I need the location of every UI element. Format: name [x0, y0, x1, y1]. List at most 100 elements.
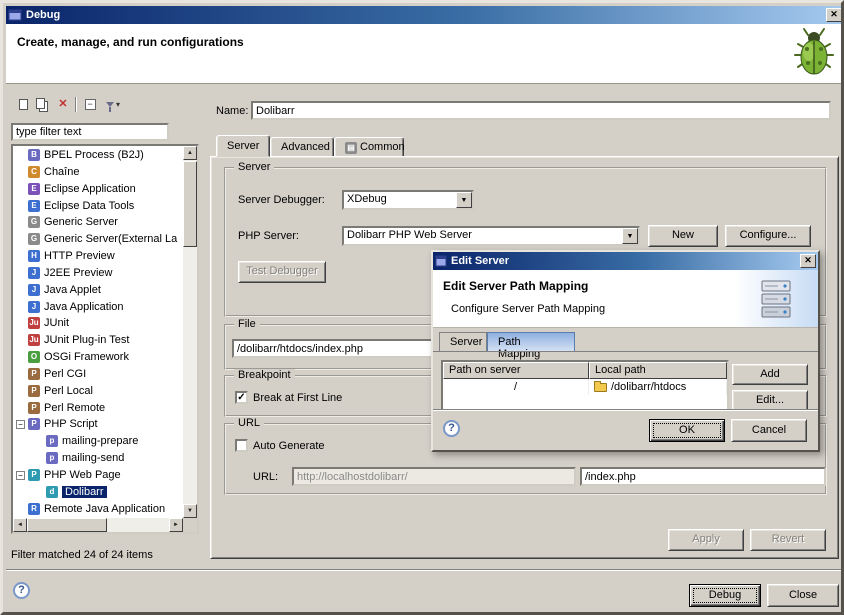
tab-advanced[interactable]: Advanced	[270, 137, 334, 157]
php-file-icon: p	[46, 452, 58, 464]
new-configuration-icon	[19, 99, 28, 110]
scroll-right-icon[interactable]: ►	[169, 518, 183, 532]
j2ee-preview-icon: J	[28, 267, 40, 279]
tree-item-label: Dolibarr	[62, 486, 107, 498]
tree-item[interactable]: PPerl Remote	[14, 400, 182, 416]
url-base-input[interactable]	[292, 467, 576, 486]
url-path-input[interactable]	[580, 467, 826, 486]
new-server-button[interactable]: New	[648, 225, 718, 247]
tree-item[interactable]: EEclipse Data Tools	[14, 198, 182, 214]
ok-button[interactable]: OK	[649, 419, 725, 442]
dialog-button-bar: ? OK Cancel	[433, 409, 818, 450]
tree-item-selected[interactable]: dDolibarr	[14, 484, 182, 500]
tree-item[interactable]: p mailing-send	[14, 450, 182, 466]
dialog-titlebar[interactable]: Edit Server ✕	[433, 252, 818, 270]
tree-item[interactable]: −PPHP Web Page	[14, 467, 182, 483]
collapse-toggle-icon[interactable]: −	[16, 471, 25, 480]
tree-item[interactable]: JJava Application	[14, 299, 182, 315]
revert-button[interactable]: Revert	[750, 529, 826, 551]
delete-configuration-button[interactable]: ✕	[53, 95, 73, 114]
window-titlebar[interactable]: Debug ✕	[6, 6, 844, 24]
column-header-path-on-server[interactable]: Path on server	[443, 362, 589, 379]
tree-item-label: J2EE Preview	[44, 267, 112, 279]
scroll-down-icon[interactable]: ▼	[183, 504, 197, 518]
duplicate-configuration-button[interactable]	[33, 95, 53, 114]
test-debugger-button[interactable]: Test Debugger	[238, 261, 326, 283]
debug-window: Debug ✕ Create, manage, and run configur…	[0, 0, 844, 615]
tree-horizontal-scrollbar[interactable]: ◄ ►	[13, 518, 183, 532]
window-title: Debug	[26, 9, 822, 21]
filter-menu-button[interactable]: ▾	[100, 95, 126, 114]
php-server-combo[interactable]: Dolibarr PHP Web Server ▼	[342, 226, 640, 246]
table-cell-local-path[interactable]: /dolibarr/htdocs	[589, 379, 727, 395]
server-debugger-label: Server Debugger:	[238, 194, 325, 206]
http-preview-icon: H	[28, 250, 40, 262]
name-input[interactable]	[251, 101, 831, 120]
scroll-up-icon[interactable]: ▲	[183, 146, 197, 160]
tree-item[interactable]: JJava Applet	[14, 282, 182, 298]
dialog-header-title: Edit Server Path Mapping	[443, 279, 588, 293]
dialog-help-icon[interactable]: ?	[443, 420, 460, 437]
generic-server-icon: G	[28, 216, 40, 228]
junit-icon: Ju	[28, 317, 40, 329]
table-cell-path-on-server[interactable]: /	[443, 379, 589, 395]
help-icon[interactable]: ?	[13, 582, 30, 599]
close-icon[interactable]: ✕	[826, 8, 842, 22]
tree-item[interactable]: −PPHP Script	[14, 416, 182, 432]
scroll-left-icon[interactable]: ◄	[13, 518, 27, 532]
new-configuration-button[interactable]	[13, 95, 33, 114]
tree-item[interactable]: BBPEL Process (B2J)	[14, 147, 182, 163]
tree-item[interactable]: CChaîne	[14, 164, 182, 180]
dialog-header: Edit Server Path Mapping Configure Serve…	[433, 270, 818, 328]
dropdown-arrow-icon[interactable]: ▼	[622, 228, 638, 244]
tree-item[interactable]: HHTTP Preview	[14, 248, 182, 264]
bpel-process-icon: B	[28, 149, 40, 161]
tree-vertical-scrollbar[interactable]: ▲ ▼	[183, 146, 197, 518]
tree-item[interactable]: G Generic Server	[14, 214, 182, 230]
tree-item-label: Perl CGI	[44, 368, 86, 380]
tree-item[interactable]: P Perl CGI	[14, 366, 182, 382]
tree-item[interactable]: GGeneric Server(External La	[14, 231, 182, 247]
tree-item[interactable]: JuJUnit	[14, 315, 182, 331]
close-button[interactable]: Close	[767, 584, 839, 607]
dialog-close-icon[interactable]: ✕	[800, 254, 816, 268]
add-mapping-button[interactable]: Add	[732, 364, 808, 385]
tree-item[interactable]: PPerl Local	[14, 383, 182, 399]
auto-generate-checkbox[interactable]	[235, 439, 248, 452]
delete-icon: ✕	[58, 99, 67, 110]
apply-button[interactable]: Apply	[668, 529, 744, 551]
edit-mapping-button[interactable]: Edit...	[732, 390, 808, 411]
breakpoint-group-title: Breakpoint	[234, 369, 295, 382]
tree-item-label: Generic Server	[44, 216, 118, 228]
tree-item[interactable]: EEclipse Application	[14, 181, 182, 197]
tree-item-label: mailing-send	[62, 452, 124, 464]
break-first-line-checkbox[interactable]: ✓	[235, 391, 248, 404]
tree-item[interactable]: RRemote Java Application	[14, 501, 182, 517]
dialog-header-subtitle: Configure Server Path Mapping	[451, 303, 605, 315]
vertical-scroll-thumb[interactable]	[183, 161, 197, 247]
dropdown-arrow-icon[interactable]: ▼	[456, 192, 472, 208]
column-header-local-path[interactable]: Local path	[589, 362, 727, 379]
perl-cgi-icon: P	[28, 368, 40, 380]
tree-item[interactable]: J J2EE Preview	[14, 265, 182, 281]
bug-icon	[789, 27, 839, 79]
dialog-banner: Create, manage, and run configurations	[6, 24, 844, 84]
filter-input[interactable]	[11, 123, 169, 141]
debug-button[interactable]: Debug	[689, 584, 761, 607]
generic-server-external-icon: G	[28, 233, 40, 245]
php-script-icon: P	[28, 418, 40, 430]
server-debugger-combo[interactable]: XDebug ▼	[342, 190, 474, 210]
tree-item[interactable]: OOSGi Framework	[14, 349, 182, 365]
tree-item[interactable]: pmailing-prepare	[14, 433, 182, 449]
tree-item[interactable]: JuJUnit Plug-in Test	[14, 332, 182, 348]
collapse-toggle-icon[interactable]: −	[16, 420, 25, 429]
tab-server[interactable]: Server	[216, 135, 270, 157]
dialog-tab-server[interactable]: Server	[439, 332, 487, 352]
dialog-tab-path-mapping[interactable]: Path Mapping	[487, 332, 575, 352]
cancel-button[interactable]: Cancel	[731, 419, 807, 442]
configure-server-button[interactable]: Configure...	[725, 225, 811, 247]
tree-item-label: Remote Java Application	[44, 503, 165, 515]
collapse-all-button[interactable]: −	[80, 95, 100, 114]
tab-common[interactable]: ▤Common	[334, 137, 404, 157]
horizontal-scroll-thumb[interactable]	[27, 518, 107, 532]
